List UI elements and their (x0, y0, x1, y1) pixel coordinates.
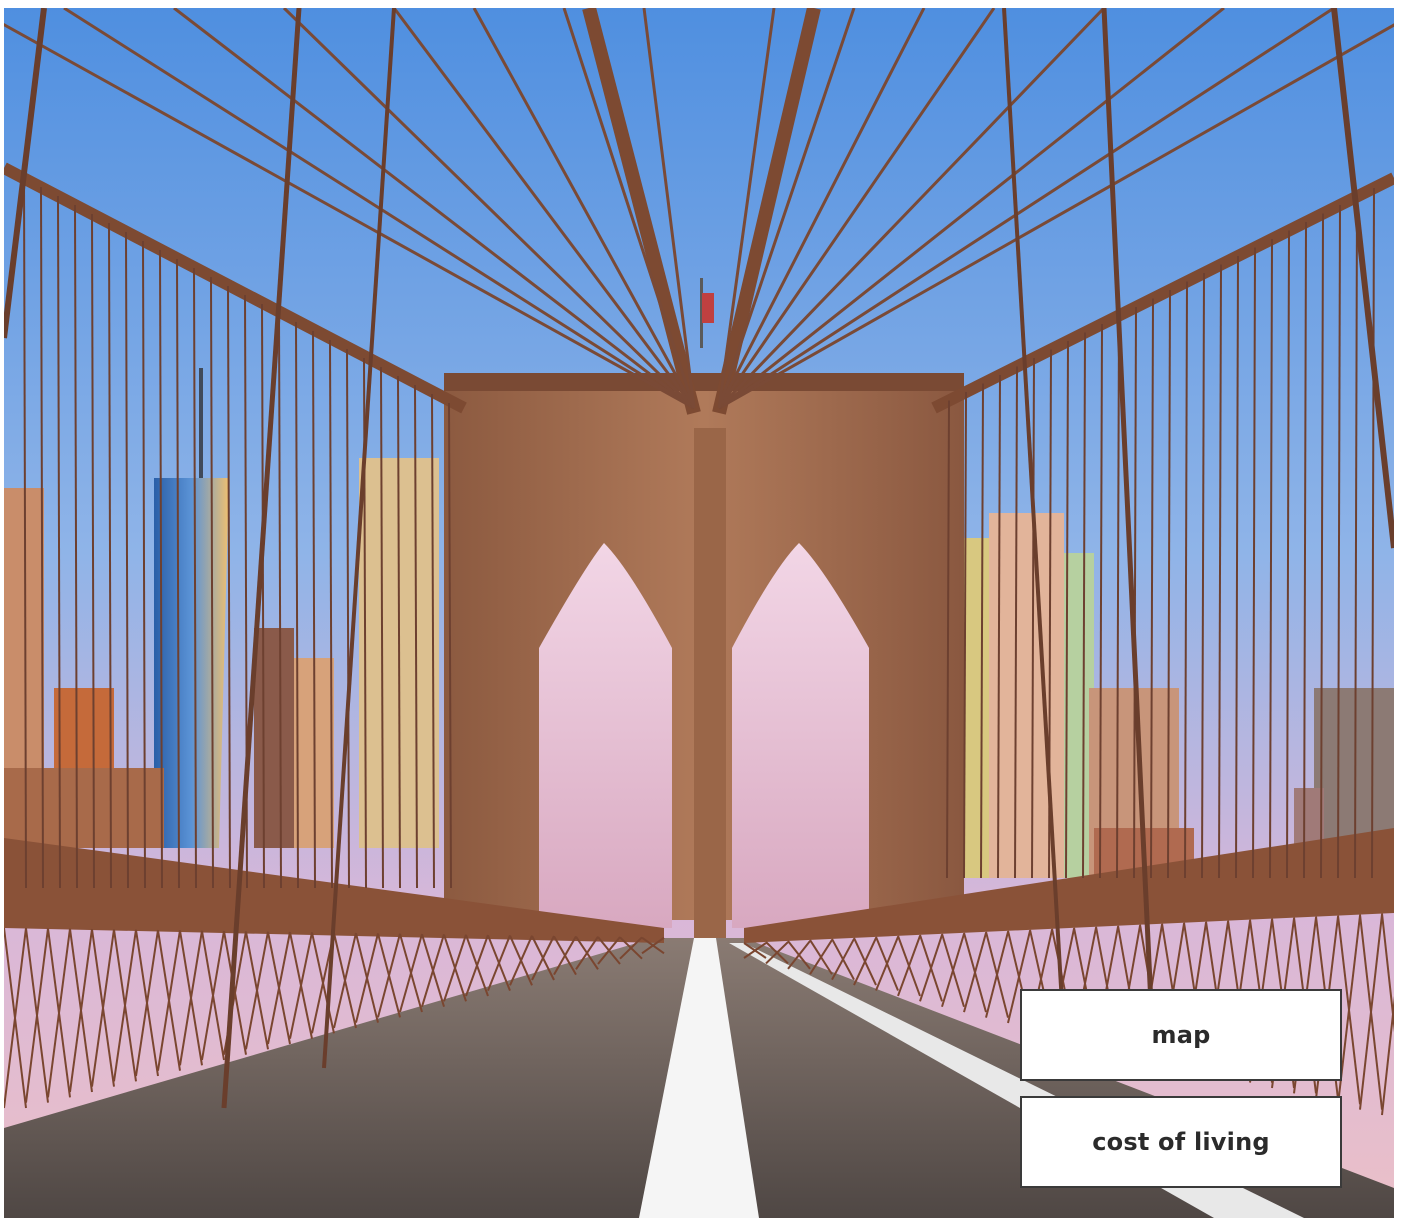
map-button[interactable]: map (1020, 989, 1342, 1081)
bridge-tower (444, 278, 964, 938)
cost-of-living-button[interactable]: cost of living (1020, 1096, 1342, 1188)
page: map cost of living (0, 0, 1402, 1221)
